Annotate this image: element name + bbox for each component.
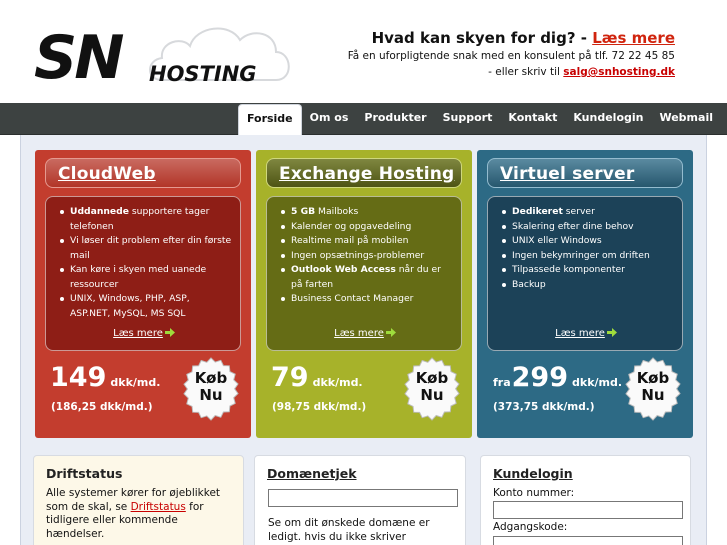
status-title: Driftstatus (46, 466, 123, 481)
promo-headline: Hvad kan skyen for dig? - Læs mere (348, 28, 675, 48)
plan-feature: Kan køre i skyen med uanede ressourcer (58, 263, 232, 292)
password-field[interactable] (493, 536, 683, 545)
plan-read-more-link[interactable]: Læs mere (267, 328, 463, 339)
header: SN HOSTING Hvad kan skyen for dig? - Læs… (0, 0, 727, 103)
plan-read-more-link[interactable]: Læs mere (488, 328, 684, 339)
logo-sn-text: SN (34, 23, 124, 93)
customer-login-panel: Kundelogin Konto nummer: Adgangskode: (480, 455, 691, 545)
plan-features-box: Uddannede supportere tager telefonen Vi … (45, 196, 241, 351)
plan-feature: Ingen bekymringer om driften (500, 249, 674, 264)
plan-feature: Outlook Web Access når du er på farten (279, 263, 453, 292)
arrow-right-icon (606, 328, 617, 337)
domain-help-text: Se om dit ønskede domæne er ledigt. hvis… (268, 517, 430, 545)
status-link[interactable]: Driftstatus (131, 501, 186, 513)
plan-feature-list: Uddannede supportere tager telefonen Vi … (46, 197, 240, 321)
plan-feature: Backup (500, 278, 674, 293)
nav-item-support[interactable]: Support (435, 103, 501, 135)
buy-now-button[interactable]: Køb Nu (621, 357, 685, 421)
plan-feature-list: 5 GB Mailboks Kalender og opgavedeling R… (267, 197, 461, 307)
plan-feature: Business Contact Manager (279, 292, 453, 307)
plan-virtuel-server: Virtuel server Dedikeret server Skalerin… (477, 150, 693, 438)
plan-title[interactable]: CloudWeb (45, 158, 241, 188)
nav-item-webmail[interactable]: Webmail (651, 103, 721, 135)
plan-price-incl-vat: (98,75 dkk/md.) (272, 401, 367, 413)
nav-item-om-os[interactable]: Om os (302, 103, 357, 135)
status-text: Alle systemer kører for øjeblikket som d… (46, 487, 221, 540)
plan-price: 79 dkk/md. (271, 362, 363, 393)
plan-feature: Realtime mail på mobilen (279, 234, 453, 249)
login-title[interactable]: Kundelogin (493, 466, 690, 481)
plan-title[interactable]: Exchange Hosting (266, 158, 462, 188)
plan-feature: Tilpassede komponenter (500, 263, 674, 278)
plan-read-more-link[interactable]: Læs mere (46, 328, 242, 339)
arrow-right-icon (385, 328, 396, 337)
sn-hosting-logo[interactable]: SN HOSTING (34, 20, 290, 93)
main-nav: Forside Om os Produkter Support Kontakt … (0, 103, 727, 135)
promo-mail-prefix: - eller skriv til (488, 66, 564, 78)
plan-feature: 5 GB Mailboks (279, 205, 453, 220)
nav-item-kontakt[interactable]: Kontakt (500, 103, 565, 135)
plan-features-box: 5 GB Mailboks Kalender og opgavedeling R… (266, 196, 462, 351)
buy-now-button[interactable]: Køb Nu (179, 357, 243, 421)
plan-feature: Vi løser dit problem efter din første ma… (58, 234, 232, 263)
plan-feature-list: Dedikeret server Skalering efter dine be… (488, 197, 682, 292)
plan-cloudweb: CloudWeb Uddannede supportere tager tele… (35, 150, 251, 438)
plan-feature: Skalering efter dine behov (500, 220, 674, 235)
domain-check-panel: Domænetjek Se om dit ønskede domæne er l… (254, 455, 466, 545)
plan-feature: Ingen opsætnings-problemer (279, 249, 453, 264)
plan-feature: Kalender og opgavedeling (279, 220, 453, 235)
plan-exchange-hosting: Exchange Hosting 5 GB Mailboks Kalender … (256, 150, 472, 438)
plan-feature: Dedikeret server (500, 205, 674, 220)
buy-now-button[interactable]: Køb Nu (400, 357, 464, 421)
plan-price-incl-vat: (373,75 dkk/md.) (493, 401, 595, 413)
nav-item-produkter[interactable]: Produkter (356, 103, 434, 135)
plan-feature: UNIX, Windows, PHP, ASP, ASP.NET, MySQL,… (58, 292, 232, 321)
promo-block: Hvad kan skyen for dig? - Læs mere Få en… (348, 28, 675, 80)
plan-price-incl-vat: (186,25 dkk/md.) (51, 401, 153, 413)
nav-item-kundelogin[interactable]: Kundelogin (565, 103, 651, 135)
promo-read-more-link[interactable]: Læs mere (592, 29, 675, 47)
plan-feature: Uddannede supportere tager telefonen (58, 205, 232, 234)
plan-feature: UNIX eller Windows (500, 234, 674, 249)
domain-title[interactable]: Domænetjek (267, 466, 465, 481)
arrow-right-icon (164, 328, 175, 337)
account-number-label: Konto nummer: (493, 487, 575, 499)
promo-headline-text: Hvad kan skyen for dig? - (371, 29, 593, 47)
logo-hosting-text: HOSTING (149, 62, 257, 86)
plan-features-box: Dedikeret server Skalering efter dine be… (487, 196, 683, 351)
plan-price: 149 dkk/md. (50, 362, 161, 393)
promo-mail-link[interactable]: salg@snhosting.dk (563, 66, 675, 78)
promo-mail-line: - eller skriv til salg@snhosting.dk (348, 64, 675, 80)
promo-phone-line: Få en uforpligtende snak med en konsulen… (347, 50, 675, 62)
password-label: Adgangskode: (493, 521, 568, 533)
domain-input[interactable] (268, 489, 458, 507)
plan-price: fra299 dkk/md. (493, 362, 623, 393)
plan-title[interactable]: Virtuel server (487, 158, 683, 188)
page: SN HOSTING Hvad kan skyen for dig? - Læs… (0, 0, 727, 545)
status-panel: Driftstatus Alle systemer kører for øjeb… (33, 455, 244, 545)
account-number-field[interactable] (493, 501, 683, 519)
nav-item-forside[interactable]: Forside (237, 104, 302, 135)
